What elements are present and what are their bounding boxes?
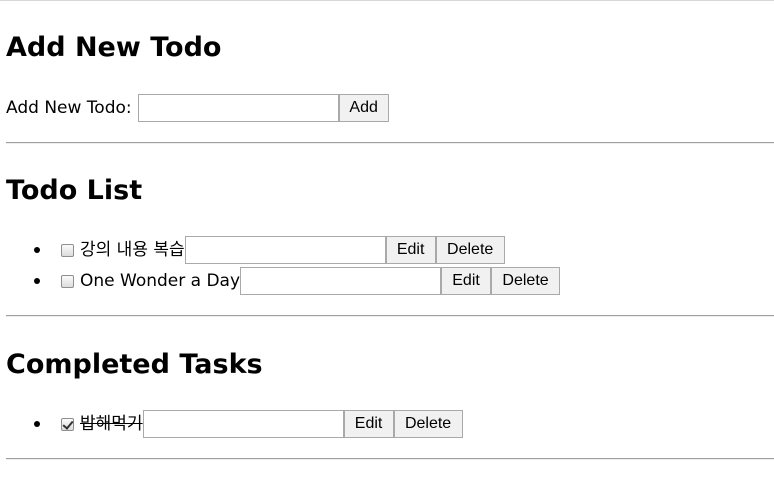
todo-item: One Wonder a Day Edit Delete — [6, 267, 561, 295]
section-divider — [6, 142, 774, 144]
completed-checkbox[interactable] — [61, 417, 74, 431]
edit-todo-input[interactable] — [142, 410, 344, 438]
top-border — [0, 0, 774, 1]
completed-item-text: 밥해먹기 — [80, 414, 143, 434]
delete-button[interactable]: Delete — [393, 410, 463, 438]
completed-list: 밥해먹기 Edit Delete — [6, 410, 463, 441]
bullet-icon — [34, 278, 40, 284]
delete-button[interactable]: Delete — [435, 236, 505, 264]
todo-list: 강의 내용 복습 Edit Delete One Wonder a Day Ed… — [6, 236, 561, 298]
edit-todo-input[interactable] — [184, 236, 386, 264]
edit-button[interactable]: Edit — [385, 236, 436, 264]
todo-list-heading: Todo List — [6, 175, 143, 206]
todo-checkbox[interactable] — [61, 274, 74, 288]
completed-tasks-heading: Completed Tasks — [6, 349, 263, 380]
new-todo-input[interactable] — [137, 94, 339, 122]
edit-button[interactable]: Edit — [343, 410, 394, 438]
add-todo-row: Add New Todo: Add — [6, 94, 389, 122]
section-divider — [6, 315, 774, 317]
edit-todo-input[interactable] — [240, 267, 442, 295]
add-button[interactable]: Add — [338, 94, 389, 122]
add-todo-label: Add New Todo: — [6, 98, 132, 118]
delete-button[interactable]: Delete — [491, 267, 561, 295]
add-todo-heading: Add New Todo — [6, 32, 222, 63]
todo-checkbox[interactable] — [61, 243, 74, 257]
todo-item: 강의 내용 복습 Edit Delete — [6, 236, 560, 264]
section-divider — [6, 458, 774, 460]
todo-item-text: 강의 내용 복습 — [80, 240, 185, 260]
todo-item-text: One Wonder a Day — [80, 271, 241, 291]
bullet-icon — [34, 247, 40, 253]
edit-button[interactable]: Edit — [441, 267, 492, 295]
completed-item: 밥해먹기 Edit Delete — [6, 410, 463, 438]
bullet-icon — [34, 421, 40, 427]
